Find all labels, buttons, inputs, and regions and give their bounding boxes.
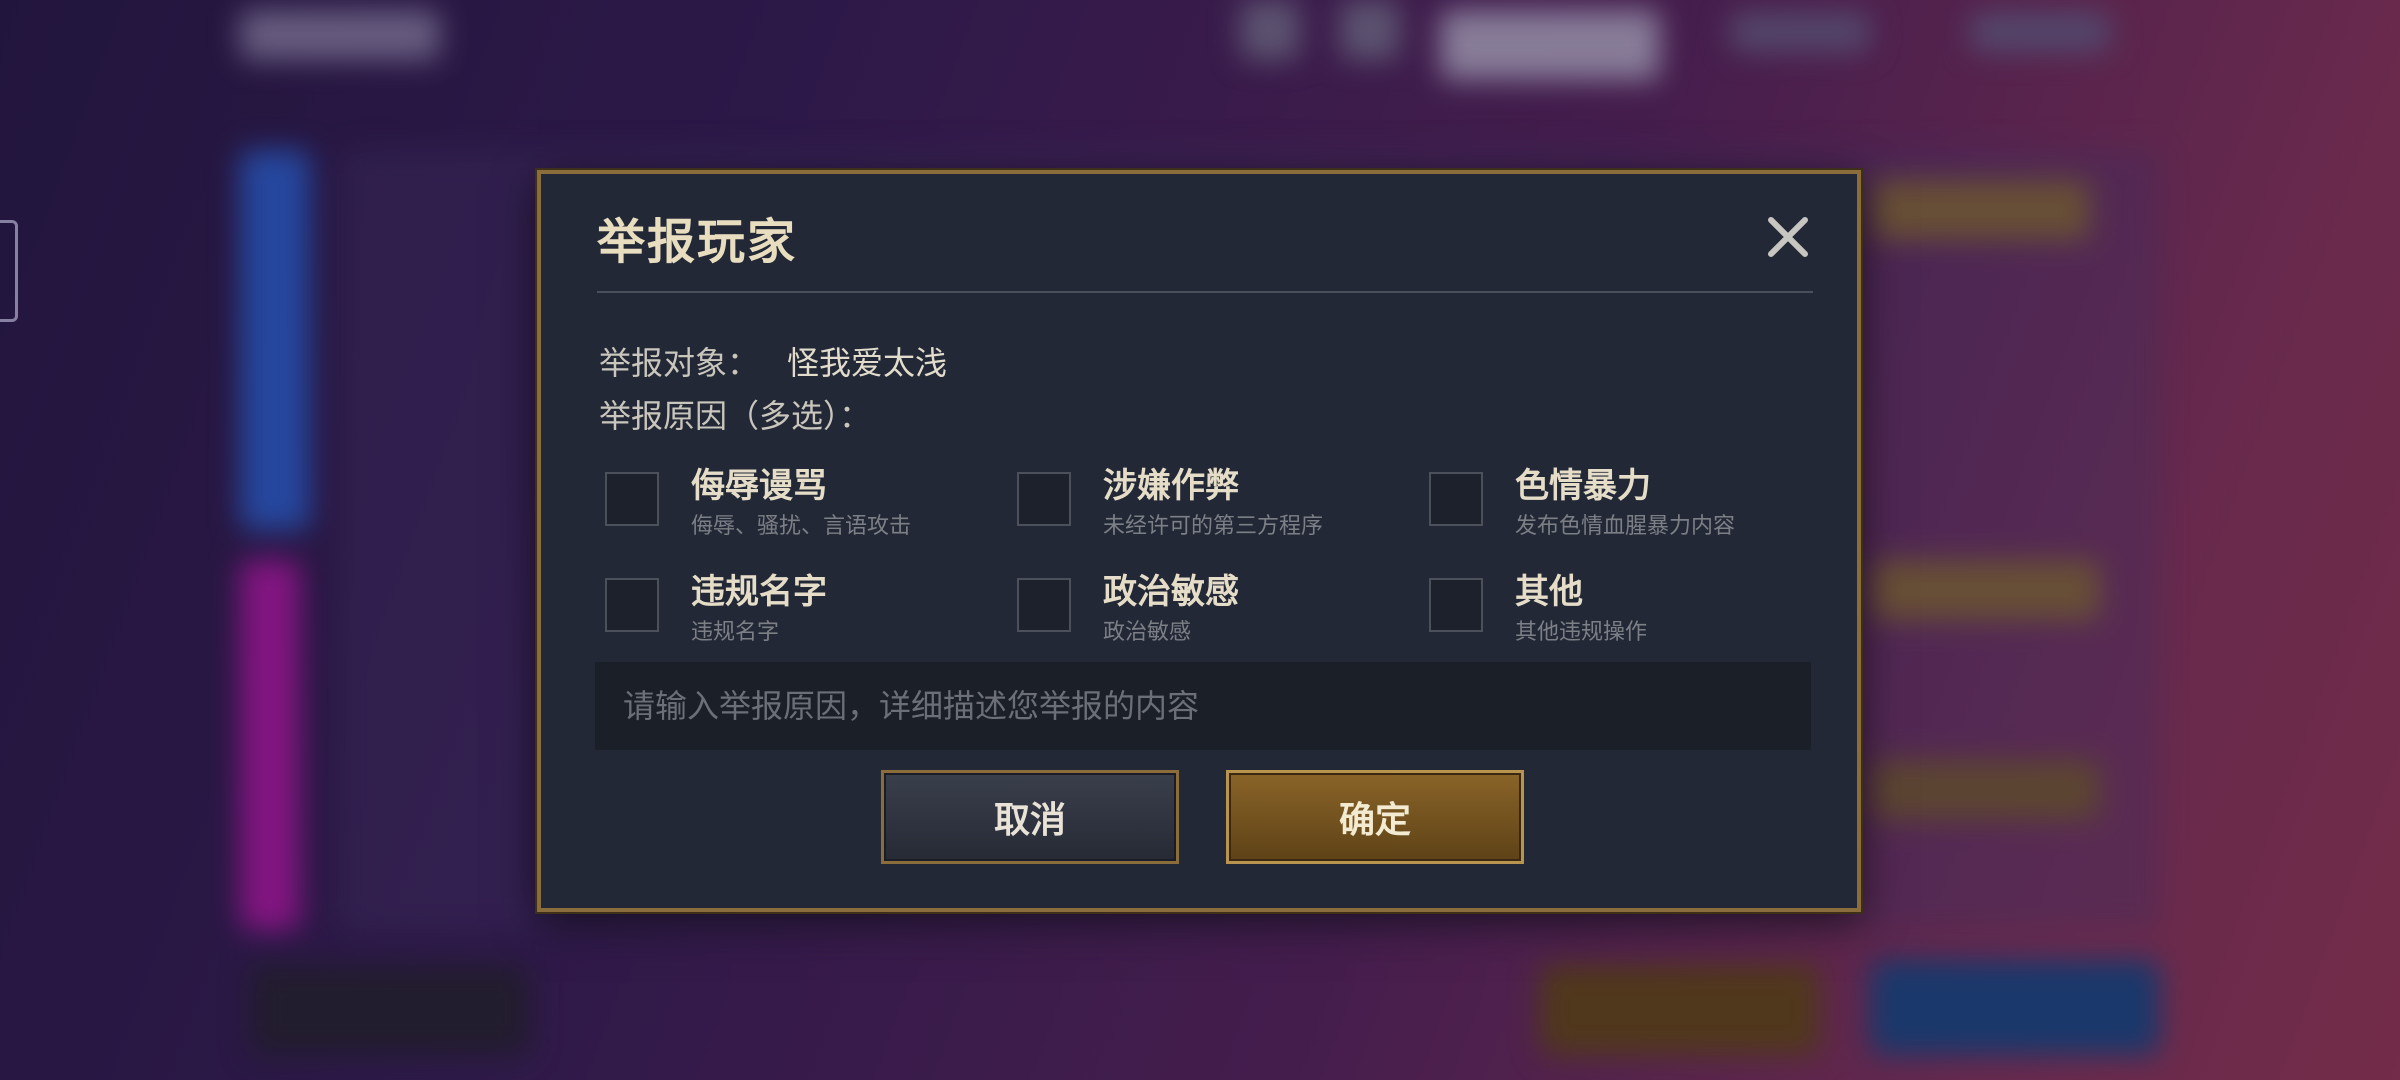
option-title: 色情暴力: [1515, 466, 1651, 506]
option-illegal-name[interactable]: 违规名字 违规名字: [605, 570, 985, 650]
report-target-label: 举报对象：: [599, 344, 760, 382]
report-reason-label: 举报原因（多选）：: [599, 397, 872, 435]
report-reason-input[interactable]: [595, 662, 1811, 750]
option-insult[interactable]: 侮辱谩骂 侮辱、骚扰、言语攻击: [605, 464, 985, 544]
option-political[interactable]: 政治敏感 政治敏感: [1017, 570, 1397, 650]
option-explicit-violence[interactable]: 色情暴力 发布色情血腥暴力内容: [1429, 464, 1809, 544]
option-title: 其他: [1515, 572, 1583, 612]
checkbox[interactable]: [1429, 578, 1483, 632]
option-cheating[interactable]: 涉嫌作弊 未经许可的第三方程序: [1017, 464, 1397, 544]
checkbox[interactable]: [605, 578, 659, 632]
checkbox[interactable]: [1429, 472, 1483, 526]
option-desc: 未经许可的第三方程序: [1103, 514, 1324, 539]
checkbox[interactable]: [605, 472, 659, 526]
option-title: 涉嫌作弊: [1103, 466, 1239, 506]
dialog-title: 举报玩家: [597, 214, 798, 270]
close-icon: [1768, 217, 1808, 257]
option-other[interactable]: 其他 其他违规操作: [1429, 570, 1809, 650]
side-hex-icon: [0, 220, 18, 322]
game-screen: 举报玩家 举报对象： 怪我爱太浅 举报原因（多选）： 侮辱谩骂 侮辱、骚扰、言语攻…: [0, 0, 2400, 1080]
option-title: 违规名字: [691, 572, 827, 612]
confirm-button[interactable]: 确定: [1226, 770, 1524, 864]
title-divider: [597, 291, 1813, 293]
option-desc: 发布色情血腥暴力内容: [1515, 514, 1736, 539]
report-target-name: 怪我爱太浅: [787, 344, 948, 382]
close-button[interactable]: [1761, 210, 1815, 264]
option-title: 政治敏感: [1103, 572, 1239, 612]
checkbox[interactable]: [1017, 578, 1071, 632]
cancel-button[interactable]: 取消: [881, 770, 1179, 864]
checkbox[interactable]: [1017, 472, 1071, 526]
report-target-row: 举报对象： 怪我爱太浅: [599, 338, 947, 384]
option-desc: 侮辱、骚扰、言语攻击: [691, 514, 912, 539]
option-title: 侮辱谩骂: [691, 466, 827, 506]
option-desc: 政治敏感: [1103, 620, 1192, 645]
option-desc: 违规名字: [691, 620, 780, 645]
option-desc: 其他违规操作: [1515, 620, 1648, 645]
report-player-dialog: 举报玩家 举报对象： 怪我爱太浅 举报原因（多选）： 侮辱谩骂 侮辱、骚扰、言语攻…: [537, 170, 1861, 912]
